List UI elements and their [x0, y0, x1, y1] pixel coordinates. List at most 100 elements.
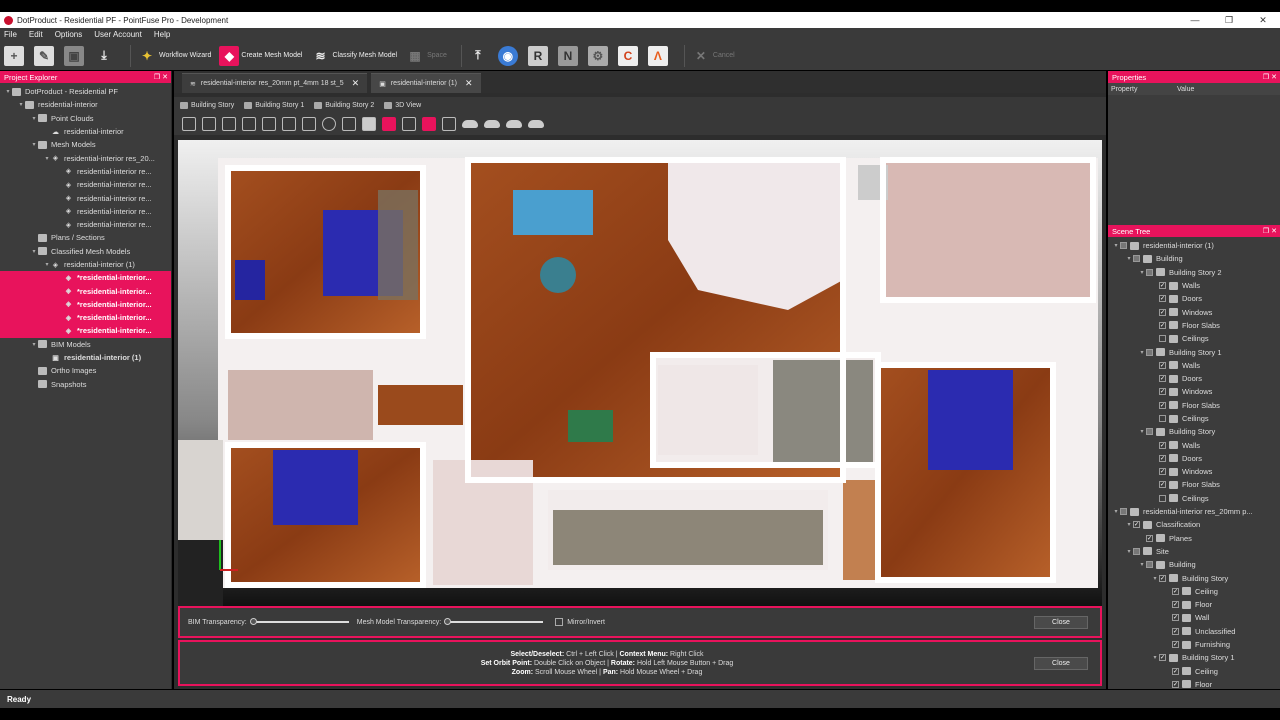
project-tree-item[interactable]: ◈ residential-interior re... [0, 218, 171, 231]
scene-tree-item[interactable]: ✓ Doors [1108, 452, 1280, 465]
refresh-icon[interactable] [322, 117, 336, 131]
visibility-checkbox[interactable]: ✓ [1159, 295, 1166, 303]
project-tree-item[interactable]: ◈ residential-interior re... [0, 178, 171, 191]
visibility-checkbox[interactable]: ✓ [1159, 454, 1166, 462]
new-project-button[interactable]: + [4, 45, 26, 66]
visibility-checkbox[interactable] [1159, 335, 1166, 343]
scene-tree-item[interactable]: ✓ Wall [1108, 611, 1280, 624]
page-tool-icon[interactable] [262, 117, 276, 131]
visibility-checkbox[interactable]: ✓ [1159, 361, 1166, 369]
visibility-checkbox[interactable] [1146, 428, 1153, 436]
scene-tree-item[interactable]: ✓ Walls [1108, 438, 1280, 451]
expand-arrow-icon[interactable]: ▾ [1151, 654, 1159, 661]
visibility-checkbox[interactable] [1133, 547, 1140, 555]
expand-arrow-icon[interactable]: ▾ [1125, 255, 1133, 262]
scene-tree-item[interactable]: ▾ ✓ Building Story 1 [1108, 651, 1280, 664]
project-tree-item[interactable]: ◈ *residential-interior... [0, 311, 171, 325]
project-tree-item[interactable]: Plans / Sections [0, 231, 171, 244]
grid-tool-icon[interactable] [202, 117, 216, 131]
scene-tree-item[interactable]: ✓ Floor Slabs [1108, 478, 1280, 491]
project-tree-item[interactable]: ◈ residential-interior re... [0, 205, 171, 218]
expand-arrow-icon[interactable]: ▾ [30, 115, 38, 122]
visibility-checkbox[interactable]: ✓ [1159, 388, 1166, 396]
3d-viewport[interactable] [178, 140, 1102, 606]
color-mode-icon[interactable] [422, 117, 436, 131]
box-selected-icon[interactable] [382, 117, 396, 131]
layers-view-icon[interactable] [442, 117, 456, 131]
visibility-checkbox[interactable] [1159, 415, 1166, 422]
project-tree-item[interactable]: ◈ *residential-interior... [0, 284, 171, 298]
classify-mesh-model-button[interactable]: ≋ Classify Mesh Model [310, 46, 397, 66]
scene-tree-item[interactable]: ✓ Walls [1108, 279, 1280, 292]
scene-tree-item[interactable]: ▾ Site [1108, 545, 1280, 558]
project-tree-item[interactable]: ▾ ◈ residential-interior res_20... [0, 151, 171, 164]
tab-building-story-2[interactable]: Building Story 2 [314, 101, 374, 109]
visibility-checkbox[interactable]: ✓ [1159, 441, 1166, 449]
project-tree-item[interactable]: ◈ residential-interior re... [0, 191, 171, 204]
close-tab-icon[interactable]: ✕ [465, 78, 473, 89]
expand-arrow-icon[interactable]: ▾ [1138, 349, 1146, 356]
panel-controls-icon[interactable]: ❐ ✕ [1263, 227, 1277, 235]
visibility-checkbox[interactable] [1146, 268, 1153, 276]
scene-tree-item[interactable]: ✓ Floor Slabs [1108, 399, 1280, 412]
close-transparency-button[interactable]: Close [1034, 615, 1088, 629]
visibility-checkbox[interactable]: ✓ [1159, 574, 1166, 582]
cloud-icon[interactable] [484, 120, 500, 128]
visibility-checkbox[interactable]: ✓ [1159, 481, 1166, 489]
expand-arrow-icon[interactable]: ▾ [43, 261, 51, 268]
project-tree-item[interactable]: ◈ residential-interior re... [0, 165, 171, 178]
cloud-icon[interactable] [506, 120, 522, 128]
scene-tree-item[interactable]: Ceilings [1108, 412, 1280, 425]
select-tool-icon[interactable] [182, 117, 196, 131]
box-icon[interactable] [362, 117, 376, 131]
import-button[interactable]: ⤓ [94, 46, 116, 66]
bim-transparency-slider[interactable] [249, 618, 349, 625]
save-project-button[interactable]: ▣ [64, 45, 86, 66]
c-export-button[interactable]: C [617, 45, 640, 66]
scene-tree-item[interactable]: ✓ Ceiling [1108, 585, 1280, 598]
expand-arrow-icon[interactable]: ▾ [1112, 242, 1120, 249]
panel-controls-icon[interactable]: ❐ ✕ [1263, 73, 1277, 81]
scene-tree-item[interactable]: ▾ ✓ Building Story [1108, 571, 1280, 584]
visibility-checkbox[interactable] [1146, 561, 1153, 569]
visibility-checkbox[interactable]: ✓ [1159, 321, 1166, 329]
export-button[interactable]: ⤒ [468, 46, 490, 66]
expand-arrow-icon[interactable]: ▾ [1138, 561, 1146, 568]
scene-tree-item[interactable]: ✓ Furnishing [1108, 638, 1280, 651]
project-tree-item[interactable]: ▾ Classified Mesh Models [0, 245, 171, 258]
cancel-button[interactable]: ✕ Cancel [691, 46, 735, 66]
scene-tree-item[interactable]: ▾ Building Story 2 [1108, 266, 1280, 279]
scene-tree-item[interactable]: ✓ Ceiling [1108, 665, 1280, 678]
visibility-checkbox[interactable] [1146, 348, 1153, 356]
scene-tree-item[interactable]: ✓ Planes [1108, 532, 1280, 545]
settings-button[interactable]: ⚙ [587, 45, 610, 66]
project-tree-item[interactable]: ▾ BIM Models [0, 338, 171, 351]
visibility-checkbox[interactable]: ✓ [1159, 468, 1166, 476]
slider-handle[interactable] [249, 618, 257, 625]
maximize-button[interactable]: ❐ [1212, 15, 1246, 26]
scene-tree-item[interactable]: ▾ ✓ Classification [1108, 518, 1280, 531]
visibility-checkbox[interactable] [1133, 255, 1140, 263]
visibility-checkbox[interactable]: ✓ [1172, 587, 1179, 595]
menu-user-account[interactable]: User Account [94, 30, 142, 39]
close-help-button[interactable]: Close [1034, 656, 1088, 670]
visibility-checkbox[interactable] [1159, 494, 1166, 502]
scene-tree-item[interactable]: ✓ Windows [1108, 305, 1280, 318]
expand-arrow-icon[interactable]: ▾ [1112, 508, 1120, 515]
visibility-checkbox[interactable]: ✓ [1133, 521, 1140, 529]
visibility-checkbox[interactable]: ✓ [1159, 401, 1166, 409]
visibility-checkbox[interactable]: ✓ [1159, 282, 1166, 290]
scene-tree-item[interactable]: ✓ Unclassified [1108, 625, 1280, 638]
visibility-checkbox[interactable]: ✓ [1159, 654, 1166, 662]
project-tree-item[interactable]: ▾ residential-interior [0, 98, 171, 111]
visibility-checkbox[interactable] [1120, 508, 1127, 516]
scene-tree-item[interactable]: ▾ residential-interior res_20mm p... [1108, 505, 1280, 518]
scene-tree-item[interactable]: ▾ Building Story [1108, 425, 1280, 438]
expand-arrow-icon[interactable]: ▾ [43, 155, 51, 162]
expand-arrow-icon[interactable]: ▾ [30, 341, 38, 348]
doc-tab-mesh[interactable]: ≋ residential-interior res_20mm pt_4mm 1… [182, 73, 368, 93]
create-mesh-model-button[interactable]: ◆ Create Mesh Model [219, 45, 302, 66]
visibility-checkbox[interactable]: ✓ [1172, 614, 1179, 622]
project-tree-item[interactable]: ◈ *residential-interior... [0, 271, 171, 285]
visibility-checkbox[interactable]: ✓ [1172, 680, 1179, 688]
